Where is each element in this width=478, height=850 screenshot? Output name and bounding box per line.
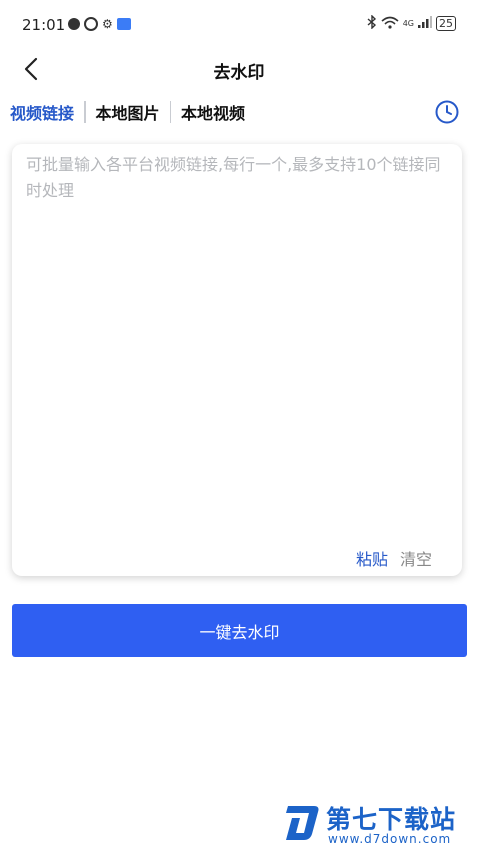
site-watermark: 第七下载站 www.d7down.com xyxy=(282,798,478,850)
mail-icon xyxy=(116,18,131,30)
wifi-icon xyxy=(381,16,399,32)
app-notification-icon xyxy=(84,17,98,31)
video-link-input[interactable] xyxy=(26,152,450,532)
bluetooth-icon xyxy=(367,14,377,32)
clear-button[interactable]: 清空 xyxy=(400,546,432,570)
source-tabs: 视频链接 本地图片 本地视频 xyxy=(10,98,255,126)
signal-icon xyxy=(418,16,432,31)
remove-watermark-button[interactable]: 一键去水印 xyxy=(12,604,467,657)
tab-video-link[interactable]: 视频链接 xyxy=(10,100,84,124)
system-icons: 4G 25 xyxy=(367,14,456,32)
network-type-label: 4G xyxy=(402,19,414,28)
tab-local-video[interactable]: 本地视频 xyxy=(171,100,255,124)
battery-level: 25 xyxy=(436,16,456,31)
status-bar: 21:01 ⚙ 4G 25 xyxy=(0,0,478,52)
site-url: www.d7down.com xyxy=(328,832,452,846)
navigation-bar: 去水印 xyxy=(0,52,478,88)
status-time: 21:01 xyxy=(22,16,66,34)
site-logo-icon xyxy=(286,806,319,840)
site-name: 第七下载站 xyxy=(326,805,457,834)
input-actions: 粘贴 清空 xyxy=(356,546,432,570)
message-icon xyxy=(68,18,80,30)
page-title: 去水印 xyxy=(213,63,265,83)
notification-icons: ⚙ xyxy=(68,17,131,31)
paste-button[interactable]: 粘贴 xyxy=(356,546,388,570)
tab-local-image[interactable]: 本地图片 xyxy=(86,100,170,124)
settings-icon: ⚙ xyxy=(102,17,113,31)
link-input-card: 粘贴 清空 xyxy=(12,144,462,576)
history-clock-icon[interactable] xyxy=(434,99,460,125)
